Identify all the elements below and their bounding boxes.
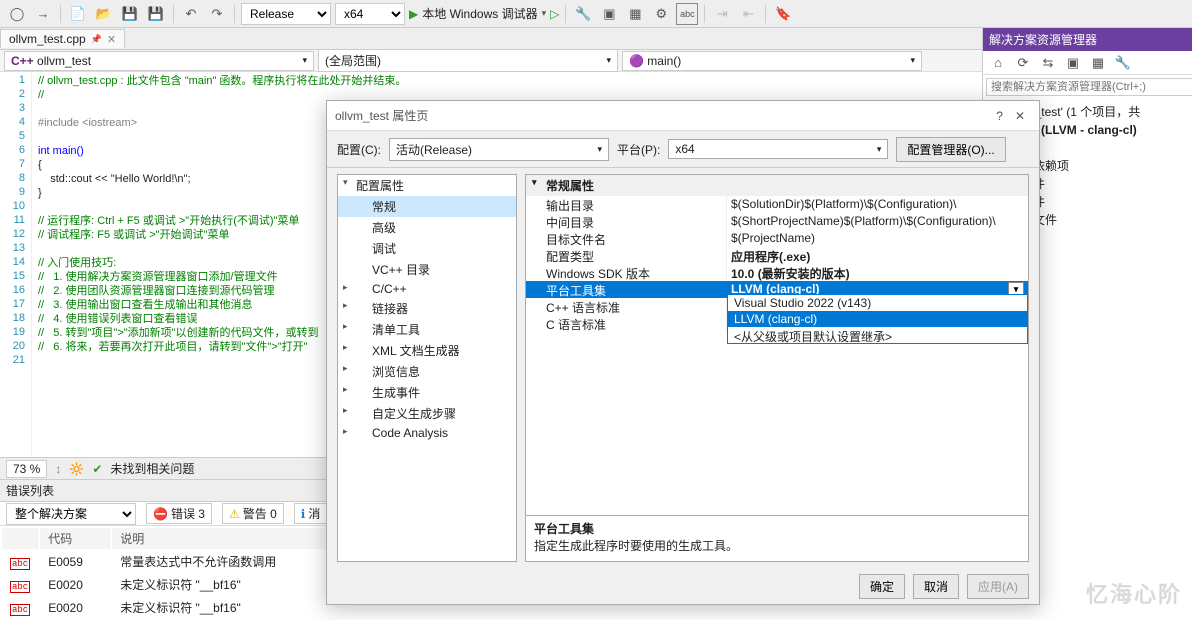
dialog-title: ollvm_test 属性页: [335, 107, 428, 124]
property-description: 平台工具集 指定生成此程序时要使用的生成工具。: [525, 516, 1029, 562]
dialog-config-row: 配置(C): 活动(Release)▾ 平台(P): x64▾ 配置管理器(O)…: [327, 131, 1039, 167]
nav-fwd-icon[interactable]: →: [32, 3, 54, 25]
refresh-icon[interactable]: ⟳: [1012, 52, 1034, 74]
platform-select[interactable]: x64: [335, 3, 405, 25]
toolset-dropdown[interactable]: Visual Studio 2022 (v143)LLVM (clang-cl)…: [727, 294, 1028, 344]
solution-toolbar: ⌂ ⟳ ⇆ ▣ ▦ 🔧: [983, 51, 1192, 75]
property-row[interactable]: 目标文件名$(ProjectName): [526, 230, 1028, 247]
tree-node[interactable]: 调试: [338, 238, 516, 259]
nav-back-icon[interactable]: ◯: [6, 3, 28, 25]
new-icon[interactable]: 📄: [67, 3, 89, 25]
watermark: 忆海心阶: [1086, 577, 1182, 609]
config-label: 配置(C):: [337, 141, 381, 158]
dropdown-option[interactable]: Visual Studio 2022 (v143): [728, 295, 1027, 311]
tree-node[interactable]: Code Analysis: [338, 424, 516, 442]
issues-label: 未找到相关问题: [110, 460, 194, 477]
warning-count-pill[interactable]: ⚠警告 0: [222, 503, 284, 524]
func-combo[interactable]: 🟣 main()▾: [622, 51, 922, 71]
solution-search[interactable]: [986, 78, 1192, 96]
scope-combo[interactable]: C++ ollvm_test▾: [4, 51, 314, 71]
open-icon[interactable]: 📂: [93, 3, 115, 25]
show-all-icon[interactable]: ▦: [1087, 52, 1109, 74]
props-icon[interactable]: 🔧: [1112, 52, 1134, 74]
line-gutter: 123456789101112131415161718192021: [0, 72, 32, 457]
platform-label: 平台(P):: [617, 141, 660, 158]
save-all-icon[interactable]: 💾: [145, 3, 167, 25]
home-icon[interactable]: ⌂: [987, 52, 1009, 74]
ok-icon: ✔: [92, 462, 102, 476]
tree-node[interactable]: 高级: [338, 217, 516, 238]
property-row[interactable]: Windows SDK 版本10.0 (最新安装的版本): [526, 264, 1028, 281]
step-icon[interactable]: ⇥: [711, 3, 733, 25]
tree-node[interactable]: 生成事件: [338, 382, 516, 403]
cancel-button[interactable]: 取消: [913, 574, 959, 599]
dropdown-option[interactable]: LLVM (clang-cl): [728, 311, 1027, 327]
dialog-titlebar: ollvm_test 属性页 ? ✕: [327, 101, 1039, 131]
dropdown-option[interactable]: <从父级或项目默认设置继承>: [728, 327, 1027, 343]
play-icon[interactable]: ▶: [409, 7, 418, 21]
tree-node[interactable]: 清单工具: [338, 319, 516, 340]
property-row[interactable]: 中间目录$(ShortProjectName)$(Platform)\$(Con…: [526, 213, 1028, 230]
property-row[interactable]: 配置类型应用程序(.exe): [526, 247, 1028, 264]
config-select[interactable]: Release: [241, 3, 331, 25]
category-header[interactable]: 常规属性: [526, 175, 1028, 196]
main-toolbar: ◯ → 📄 📂 💾 💾 ↶ ↷ Release x64 ▶ 本地 Windows…: [0, 0, 1192, 28]
tree-node[interactable]: C/C++: [338, 280, 516, 298]
collapse-icon[interactable]: ▣: [1062, 52, 1084, 74]
tree-node[interactable]: 链接器: [338, 298, 516, 319]
tree-node[interactable]: 常规: [338, 196, 516, 217]
property-pages-dialog: ollvm_test 属性页 ? ✕ 配置(C): 活动(Release)▾ 平…: [326, 100, 1040, 605]
tree-root[interactable]: 配置属性: [338, 175, 516, 196]
close-icon[interactable]: ✕: [107, 33, 116, 46]
error-scope-select[interactable]: 整个解决方案: [6, 503, 136, 525]
solution-title: 解决方案资源管理器: [983, 28, 1192, 51]
abc-icon[interactable]: abc: [676, 3, 698, 25]
tree-node[interactable]: 自定义生成步骤: [338, 403, 516, 424]
property-row[interactable]: 输出目录$(SolutionDir)$(Platform)\$(Configur…: [526, 196, 1028, 213]
message-count-pill[interactable]: ℹ消: [294, 503, 328, 524]
step2-icon[interactable]: ⇤: [737, 3, 759, 25]
save-icon[interactable]: 💾: [119, 3, 141, 25]
tree-node[interactable]: 浏览信息: [338, 361, 516, 382]
property-tree[interactable]: 配置属性 常规高级调试VC++ 目录C/C++链接器清单工具XML 文档生成器浏…: [337, 174, 517, 562]
file-tab[interactable]: ollvm_test.cpp 📌 ✕: [0, 29, 125, 48]
ok-button[interactable]: 确定: [859, 574, 905, 599]
tool-icon[interactable]: 🔧: [572, 3, 594, 25]
sync-icon[interactable]: ⇆: [1037, 52, 1059, 74]
window-icon[interactable]: ▣: [598, 3, 620, 25]
tree-node[interactable]: XML 文档生成器: [338, 340, 516, 361]
config-value-combo[interactable]: 活动(Release)▾: [389, 138, 609, 161]
tool2-icon[interactable]: ⚙: [650, 3, 672, 25]
help-icon[interactable]: ?: [990, 109, 1009, 123]
redo-icon[interactable]: ↷: [206, 3, 228, 25]
platform-value-combo[interactable]: x64▾: [668, 139, 888, 159]
dialog-footer: 确定 取消 应用(A): [327, 568, 1039, 604]
health-icon: 🔆: [69, 462, 84, 476]
play-outline-icon[interactable]: ▷: [550, 7, 559, 21]
zoom-value[interactable]: 73 %: [6, 460, 47, 478]
config-manager-button[interactable]: 配置管理器(O)...: [896, 137, 1005, 162]
dialog-close-icon[interactable]: ✕: [1009, 109, 1031, 123]
pin-icon[interactable]: 📌: [91, 34, 102, 45]
error-count-pill[interactable]: ⛔错误 3: [146, 503, 212, 524]
tab-label: ollvm_test.cpp: [9, 32, 86, 46]
undo-icon[interactable]: ↶: [180, 3, 202, 25]
global-combo[interactable]: (全局范围)▾: [318, 49, 618, 72]
tree-node[interactable]: VC++ 目录: [338, 259, 516, 280]
layout-icon[interactable]: ▦: [624, 3, 646, 25]
col-code[interactable]: 代码: [40, 528, 110, 549]
bookmark-icon[interactable]: 🔖: [772, 3, 794, 25]
debug-target-label[interactable]: 本地 Windows 调试器: [422, 5, 537, 22]
property-grid[interactable]: 常规属性 输出目录$(SolutionDir)$(Platform)\$(Con…: [525, 174, 1029, 516]
apply-button[interactable]: 应用(A): [967, 574, 1029, 599]
